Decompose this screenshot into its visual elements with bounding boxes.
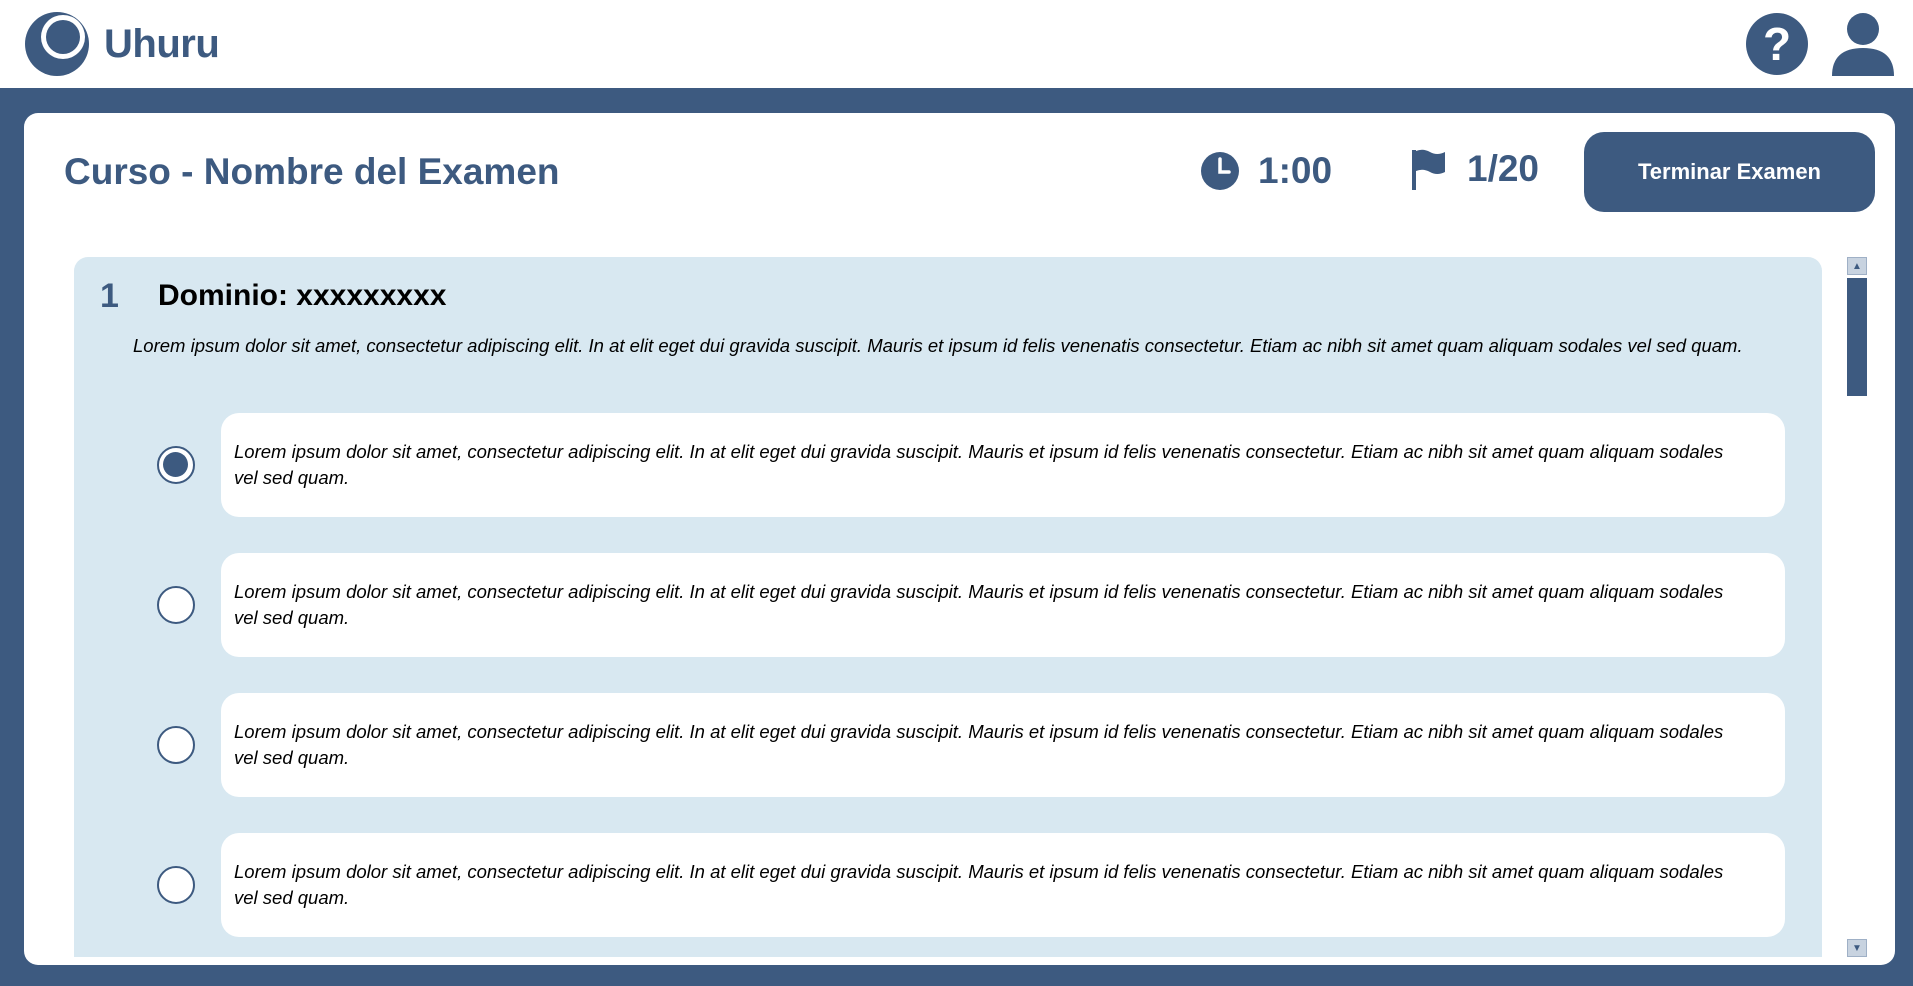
page-title: Curso - Nombre del Examen	[64, 151, 560, 192]
chevron-down-icon: ▼	[1852, 942, 1862, 954]
scroll-up-button[interactable]: ▲	[1847, 257, 1867, 275]
answer-option-text: Lorem ipsum dolor sit amet, consectetur …	[234, 581, 1724, 628]
answer-radio[interactable]	[157, 866, 195, 904]
answer-option-text: Lorem ipsum dolor sit amet, consectetur …	[234, 441, 1724, 488]
answer-option[interactable]: Lorem ipsum dolor sit amet, consectetur …	[74, 553, 1822, 657]
timer-value: 1:00	[1258, 150, 1333, 191]
answer-option-box[interactable]: Lorem ipsum dolor sit amet, consectetur …	[221, 553, 1785, 657]
answer-option[interactable]: Lorem ipsum dolor sit amet, consectetur …	[74, 413, 1822, 517]
answer-radio[interactable]	[157, 446, 195, 484]
answer-radio[interactable]	[157, 586, 195, 624]
answer-option-text: Lorem ipsum dolor sit amet, consectetur …	[234, 721, 1724, 768]
question-scrollbar[interactable]: ▲ ▼	[1847, 257, 1867, 957]
clock-icon	[1201, 152, 1239, 190]
flag-icon	[1412, 149, 1445, 190]
question-number: 1	[100, 277, 119, 315]
progress-value: 1/20	[1467, 148, 1540, 189]
question-panel: 1 Dominio: xxxxxxxxx Lorem ipsum dolor s…	[74, 257, 1822, 957]
finish-exam-button[interactable]: Terminar Examen	[1584, 132, 1875, 212]
answer-option-box[interactable]: Lorem ipsum dolor sit amet, consectetur …	[221, 413, 1785, 517]
answer-option-text: Lorem ipsum dolor sit amet, consectetur …	[234, 861, 1724, 908]
answer-option-box[interactable]: Lorem ipsum dolor sit amet, consectetur …	[221, 693, 1785, 797]
exam-card: Curso - Nombre del Examen 1:00 1/20 Term…	[24, 113, 1895, 965]
top-bar: Uhuru ?	[0, 0, 1913, 88]
help-button[interactable]: ?	[1746, 13, 1808, 75]
answer-option[interactable]: Lorem ipsum dolor sit amet, consectetur …	[74, 693, 1822, 797]
app-name: Uhuru	[104, 21, 220, 66]
question-text: Lorem ipsum dolor sit amet, consectetur …	[133, 335, 1743, 356]
question-progress: 1/20	[1409, 148, 1539, 190]
answer-option[interactable]: Lorem ipsum dolor sit amet, consectetur …	[74, 833, 1822, 937]
user-icon	[1832, 13, 1894, 76]
logo-icon	[25, 12, 89, 76]
exam-timer: 1:00	[1200, 150, 1332, 192]
help-icon: ?	[1762, 18, 1792, 70]
answer-option-box[interactable]: Lorem ipsum dolor sit amet, consectetur …	[221, 833, 1785, 937]
app-logo[interactable]: Uhuru	[24, 11, 220, 77]
scroll-down-button[interactable]: ▼	[1847, 939, 1867, 957]
answer-radio[interactable]	[157, 726, 195, 764]
chevron-up-icon: ▲	[1852, 260, 1862, 272]
user-profile-button[interactable]	[1830, 12, 1896, 76]
scroll-thumb[interactable]	[1847, 278, 1867, 396]
question-domain: Dominio: xxxxxxxxx	[158, 279, 447, 312]
